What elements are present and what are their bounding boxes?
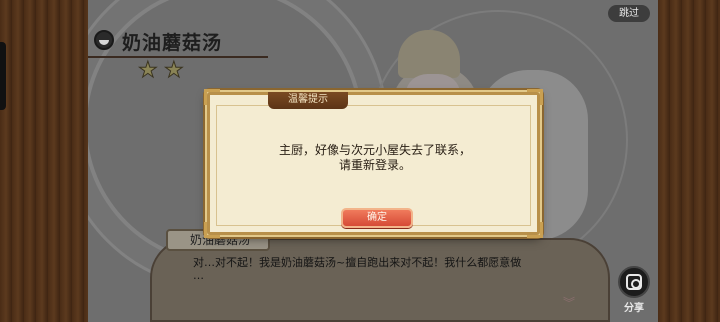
star-rating: ★ ★: [138, 58, 186, 83]
camera-icon: [626, 274, 642, 290]
wood-frame-right: [658, 0, 720, 322]
dialog-message: 主厨，好像与次元小屋失去了联系， 请重新登录。: [230, 143, 520, 173]
side-notch: [0, 42, 6, 110]
dish-title-bar: 奶油蘑菇汤: [90, 26, 280, 56]
game-screen: 跳过 奶油蘑菇汤 ★ ★ 奶油蘑菇汤 对…对不起！我是奶油蘑菇汤~擅自跑出来对不…: [0, 0, 720, 322]
chevron-down-icon[interactable]: ︾: [563, 294, 575, 311]
dialogue-text: 对…对不起！我是奶油蘑菇汤~擅自跑出来对不起！我什么都愿意做 …: [193, 256, 533, 282]
dialog-message-line-2: 请重新登录。: [338, 158, 411, 172]
star-icon: ★: [138, 58, 159, 83]
wood-frame-left: [0, 0, 88, 322]
skip-button[interactable]: 跳过: [608, 5, 650, 22]
dialogue-line-1: 对…对不起！我是奶油蘑菇汤~擅自跑出来对不起！我什么都愿意做: [193, 256, 522, 269]
dish-name: 奶油蘑菇汤: [122, 32, 223, 54]
dialog-message-line-1: 主厨，好像与次元小屋失去了联系，: [278, 143, 471, 157]
dialog-title: 温馨提示: [268, 92, 348, 109]
character-hat: [398, 30, 460, 78]
star-icon: ★: [164, 58, 185, 83]
ornament-corner: [527, 89, 543, 105]
confirm-button[interactable]: 确定: [341, 208, 413, 228]
share-button[interactable]: 分享: [614, 266, 654, 314]
ornament-corner: [527, 222, 543, 238]
dish-bowl-icon: [94, 30, 114, 50]
ornament-corner: [204, 89, 220, 105]
share-label: 分享: [624, 303, 644, 314]
ornament-corner: [204, 222, 220, 238]
dialogue-line-2: …: [193, 269, 204, 282]
notice-dialog: 温馨提示 主厨，好像与次元小屋失去了联系， 请重新登录。 确定: [204, 89, 543, 238]
